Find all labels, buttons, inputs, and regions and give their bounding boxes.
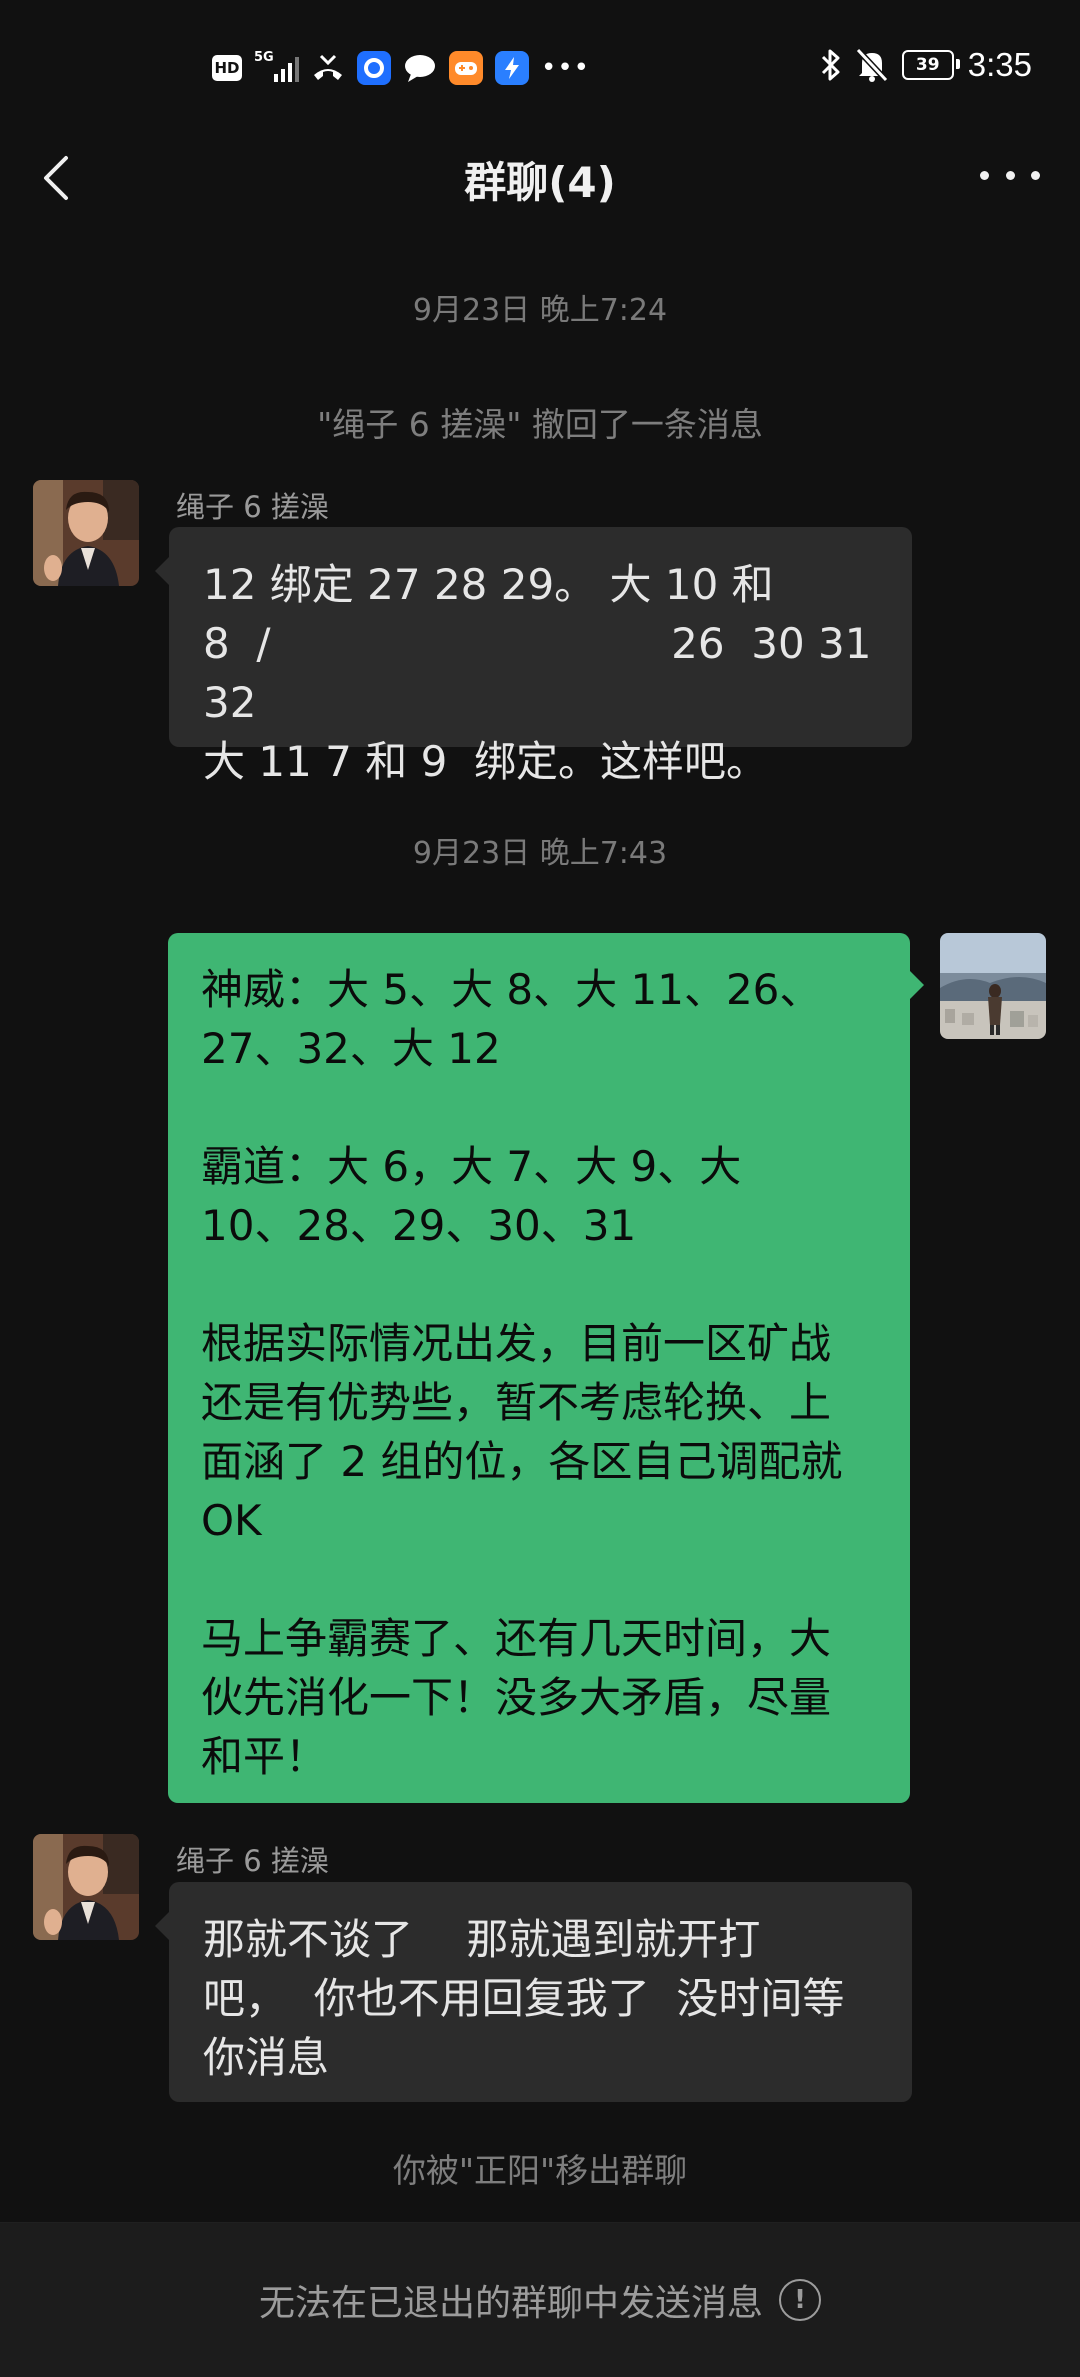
message-bubble-icon xyxy=(405,55,435,82)
message-bubble-outgoing[interactable]: 神威：大 5、大 8、大 11、26、 27、32、大 12 霸道：大 6，大 … xyxy=(168,933,924,1803)
clock: 3:35 xyxy=(967,46,1032,83)
bluetooth-icon xyxy=(821,49,840,81)
avatar[interactable] xyxy=(33,1834,139,1940)
timestamp-label: 9月23日 晚上7:43 xyxy=(412,836,668,871)
sender-name: 绳子 6 搓澡 xyxy=(176,1844,329,1878)
status-bar-right: 39 3:35 xyxy=(820,46,1032,84)
hd-icon: HD xyxy=(212,55,242,81)
bolt-app-icon xyxy=(495,51,529,85)
message-bubble-incoming[interactable]: 那就不谈了 那就遇到就开打 吧， 你也不用回复我了 没时间等 你消息 xyxy=(155,1882,912,2102)
timestamp-label: 9月23日 晚上7:24 xyxy=(412,293,668,328)
status-bar: HD 5G ••• 39 3:35 xyxy=(0,0,1080,135)
more-dots-icon[interactable] xyxy=(980,155,1040,195)
removed-notice: 你被"正阳"移出群聊 xyxy=(392,2151,688,2190)
app-blue-icon xyxy=(357,51,391,85)
message-bubble-incoming[interactable]: 12 绑定 27 28 29。 大 10 和 8 / 26 30 31 32 大… xyxy=(155,527,912,786)
network-type-label: 5G xyxy=(254,50,274,65)
sender-name: 绳子 6 搓澡 xyxy=(176,490,329,524)
game-app-icon xyxy=(449,51,483,85)
info-icon[interactable]: ! xyxy=(779,2279,821,2321)
title-bar: 群聊(4) xyxy=(0,135,1080,220)
more-notifications-icon: ••• xyxy=(541,53,591,83)
recall-notice: "绳子 6 搓澡" 撤回了一条消息 xyxy=(317,405,763,444)
input-disabled-footer: 无法在已退出的群聊中发送消息 ! xyxy=(0,2222,1080,2377)
avatar[interactable] xyxy=(33,480,139,586)
missed-call-icon xyxy=(314,54,342,80)
page-title: 群聊(4) xyxy=(464,158,616,207)
status-bar-left: HD 5G ••• xyxy=(212,50,590,86)
mute-bell-icon xyxy=(855,48,888,82)
footer-text: 无法在已退出的群聊中发送消息 xyxy=(258,2283,763,2324)
battery-icon: 39 xyxy=(901,50,960,80)
avatar-self[interactable] xyxy=(940,933,1046,1039)
signal-icon: 5G xyxy=(254,50,299,82)
